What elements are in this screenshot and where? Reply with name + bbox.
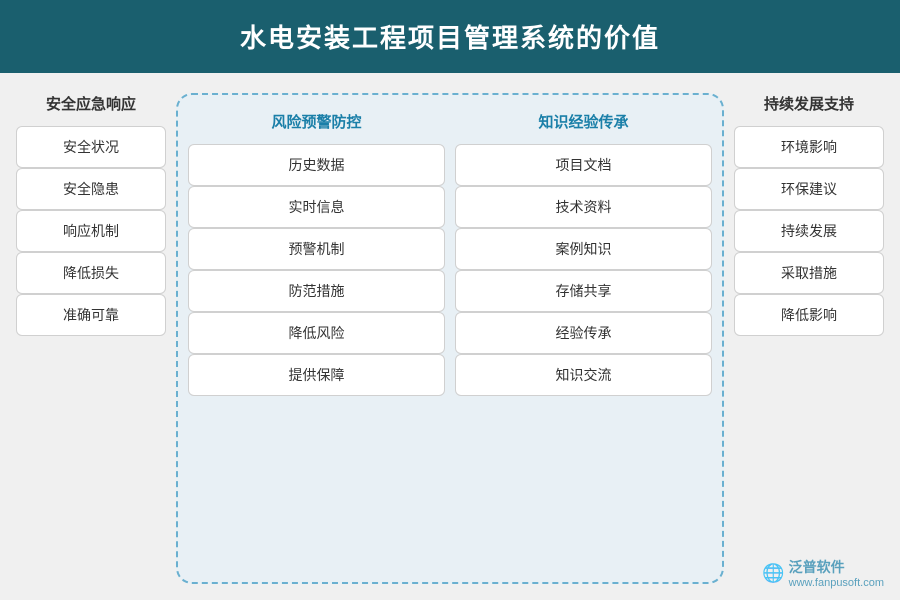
list-item: 持续发展: [734, 210, 884, 252]
list-item: 经验传承: [455, 312, 712, 354]
list-item: 存储共享: [455, 270, 712, 312]
footer-watermark: 🌐 泛普软件 www.fanpusoft.com: [762, 558, 884, 590]
left-panel: 安全应急响应 安全状况安全隐患响应机制降低损失准确可靠: [16, 93, 166, 584]
list-item: 预警机制: [188, 228, 445, 270]
list-item: 防范措施: [188, 270, 445, 312]
middle-left-title: 风险预警防控: [188, 111, 445, 132]
list-item: 实时信息: [188, 186, 445, 228]
app-container: 水电安装工程项目管理系统的价值 安全应急响应 安全状况安全隐患响应机制降低损失准…: [0, 0, 900, 600]
list-item: 环境影响: [734, 126, 884, 168]
footer-brand: 泛普软件: [789, 558, 884, 576]
list-item: 历史数据: [188, 144, 445, 186]
middle-panel: 风险预警防控 历史数据实时信息预警机制防范措施降低风险提供保障 知识经验传承 项…: [176, 93, 724, 584]
list-item: 提供保障: [188, 354, 445, 396]
middle-right-subpanel: 知识经验传承 项目文档技术资料案例知识存储共享经验传承知识交流: [455, 111, 712, 566]
footer-logo-icon: 🌐: [762, 563, 784, 584]
middle-left-subpanel: 风险预警防控 历史数据实时信息预警机制防范措施降低风险提供保障: [188, 111, 445, 566]
left-items-container: 安全状况安全隐患响应机制降低损失准确可靠: [16, 126, 166, 336]
list-item: 安全隐患: [16, 168, 166, 210]
left-panel-title: 安全应急响应: [16, 93, 166, 114]
list-item: 项目文档: [455, 144, 712, 186]
list-item: 知识交流: [455, 354, 712, 396]
footer-url: www.fanpusoft.com: [789, 576, 884, 590]
page-title: 水电安装工程项目管理系统的价值: [240, 23, 660, 53]
list-item: 环保建议: [734, 168, 884, 210]
list-item: 准确可靠: [16, 294, 166, 336]
middle-right-items: 项目文档技术资料案例知识存储共享经验传承知识交流: [455, 144, 712, 396]
list-item: 采取措施: [734, 252, 884, 294]
list-item: 技术资料: [455, 186, 712, 228]
middle-right-title: 知识经验传承: [455, 111, 712, 132]
page-header: 水电安装工程项目管理系统的价值: [0, 0, 900, 73]
right-panel: 持续发展支持 环境影响环保建议持续发展采取措施降低影响: [734, 93, 884, 584]
middle-left-items: 历史数据实时信息预警机制防范措施降低风险提供保障: [188, 144, 445, 396]
list-item: 响应机制: [16, 210, 166, 252]
list-item: 降低影响: [734, 294, 884, 336]
right-items-container: 环境影响环保建议持续发展采取措施降低影响: [734, 126, 884, 336]
list-item: 安全状况: [16, 126, 166, 168]
list-item: 案例知识: [455, 228, 712, 270]
list-item: 降低风险: [188, 312, 445, 354]
list-item: 降低损失: [16, 252, 166, 294]
main-content: 安全应急响应 安全状况安全隐患响应机制降低损失准确可靠 风险预警防控 历史数据实…: [0, 73, 900, 600]
right-panel-title: 持续发展支持: [734, 93, 884, 114]
